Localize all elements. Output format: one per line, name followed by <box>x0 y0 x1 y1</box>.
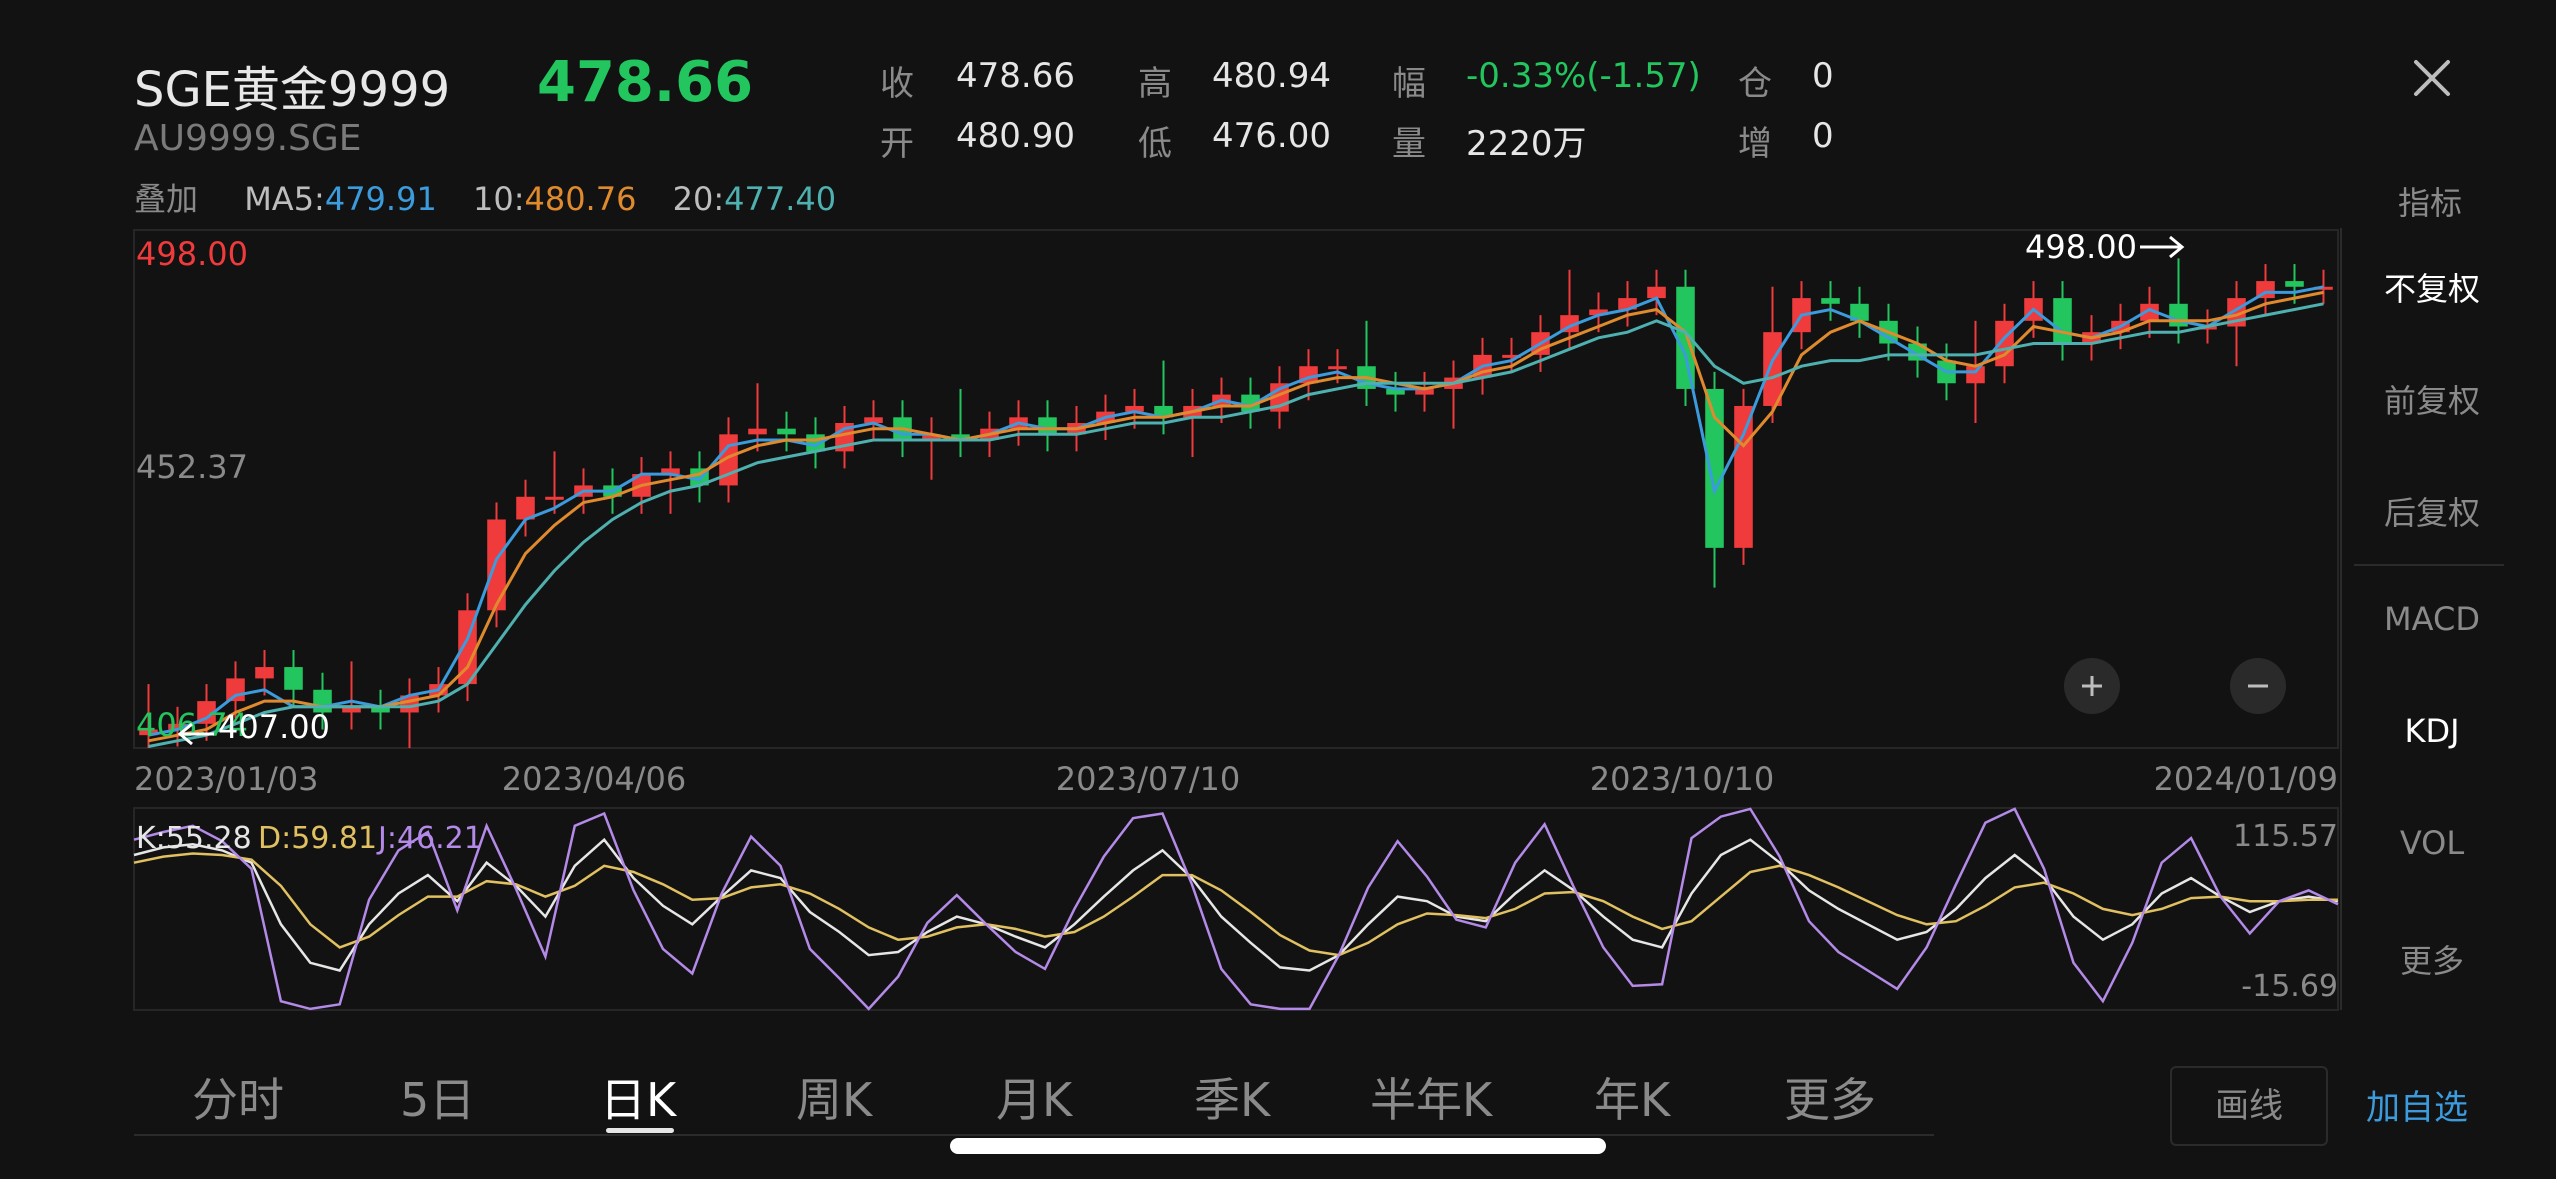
period-tabs: 分时 5日 日K 周K 月K 季K 半年K 年K 更多 <box>134 1050 1934 1140</box>
tab-weekly[interactable]: 周K <box>796 1064 872 1130</box>
max-arrow <box>2140 235 2185 259</box>
side-menu: 不复权 前复权 后复权 MACD KDJ VOL 更多 <box>2340 228 2522 1010</box>
indicator-button[interactable]: 指标 <box>2398 178 2462 224</box>
tab-active-underline <box>606 1128 674 1133</box>
min-annotation: 407.00 <box>218 708 330 746</box>
candle-body <box>1328 366 1347 370</box>
candle-body <box>487 519 506 611</box>
max-annotation: 498.00 <box>2025 228 2137 266</box>
tab-monthly[interactable]: 月K <box>996 1064 1072 1130</box>
candle-body <box>1647 286 1666 299</box>
candle-body <box>1734 405 1753 548</box>
kdj-y-bottom: -15.69 <box>2241 969 2338 1004</box>
side-item-no-adjust[interactable]: 不复权 <box>2342 264 2522 310</box>
kdj-d-legend: D:59.81 <box>258 821 377 856</box>
candle-body <box>284 667 303 690</box>
close-icon[interactable] <box>2410 56 2454 100</box>
tab-5day[interactable]: 5日 <box>400 1064 475 1130</box>
candle-body <box>748 428 767 435</box>
kdj-k-legend: K:55.28 <box>136 821 252 856</box>
zoom-in-button[interactable] <box>2064 658 2120 714</box>
kline-chart[interactable]: 498.00 452.37 406.74 498.00 407.00 2023/… <box>0 0 2340 1040</box>
tab-half-year[interactable]: 半年K <box>1370 1064 1492 1130</box>
side-item-macd[interactable]: MACD <box>2342 600 2522 638</box>
x-tick-label: 2023/10/10 <box>1590 760 1774 798</box>
kdj-line-D <box>133 852 2338 957</box>
plus-icon <box>2082 676 2102 696</box>
candle-body <box>2285 281 2304 287</box>
add-watchlist-button[interactable]: 加自选 <box>2366 1080 2468 1129</box>
y-label-top: 498.00 <box>136 235 248 273</box>
x-tick-label: 2024/01/09 <box>2154 760 2338 798</box>
side-item-post-adjust[interactable]: 后复权 <box>2342 488 2522 534</box>
side-item-pre-adjust[interactable]: 前复权 <box>2342 376 2522 422</box>
tab-intraday[interactable]: 分时 <box>192 1064 284 1130</box>
minus-icon <box>2248 684 2268 688</box>
draw-line-button[interactable]: 画线 <box>2170 1066 2328 1146</box>
zoom-out-button[interactable] <box>2230 658 2286 714</box>
candle-body <box>226 678 245 702</box>
kdj-y-top: 115.57 <box>2233 819 2338 854</box>
side-item-vol[interactable]: VOL <box>2342 824 2522 862</box>
candle-body <box>777 428 796 435</box>
kdj-j-legend: J:46.21 <box>376 821 483 856</box>
candle-body <box>1763 332 1782 406</box>
x-tick-label: 2023/07/10 <box>1056 760 1240 798</box>
y-label-mid: 452.37 <box>136 448 248 486</box>
tab-daily[interactable]: 日K <box>600 1064 676 1130</box>
tab-yearly[interactable]: 年K <box>1594 1064 1670 1130</box>
x-tick-label: 2023/01/03 <box>134 760 318 798</box>
x-tick-label: 2023/04/06 <box>502 760 686 798</box>
tab-more[interactable]: 更多 <box>1784 1064 1876 1130</box>
home-indicator[interactable] <box>950 1138 1606 1154</box>
candle-body <box>2053 298 2072 344</box>
side-item-kdj[interactable]: KDJ <box>2342 712 2522 750</box>
candle-body <box>1821 298 1840 304</box>
candle-body <box>1038 417 1057 435</box>
side-item-more[interactable]: 更多 <box>2342 936 2522 982</box>
tab-quarterly[interactable]: 季K <box>1194 1064 1270 1130</box>
kdj-line-K <box>133 837 2339 972</box>
candle-body <box>1966 366 1985 384</box>
candle-body <box>255 667 274 679</box>
side-divider <box>2354 564 2504 566</box>
candle-body <box>545 496 564 500</box>
